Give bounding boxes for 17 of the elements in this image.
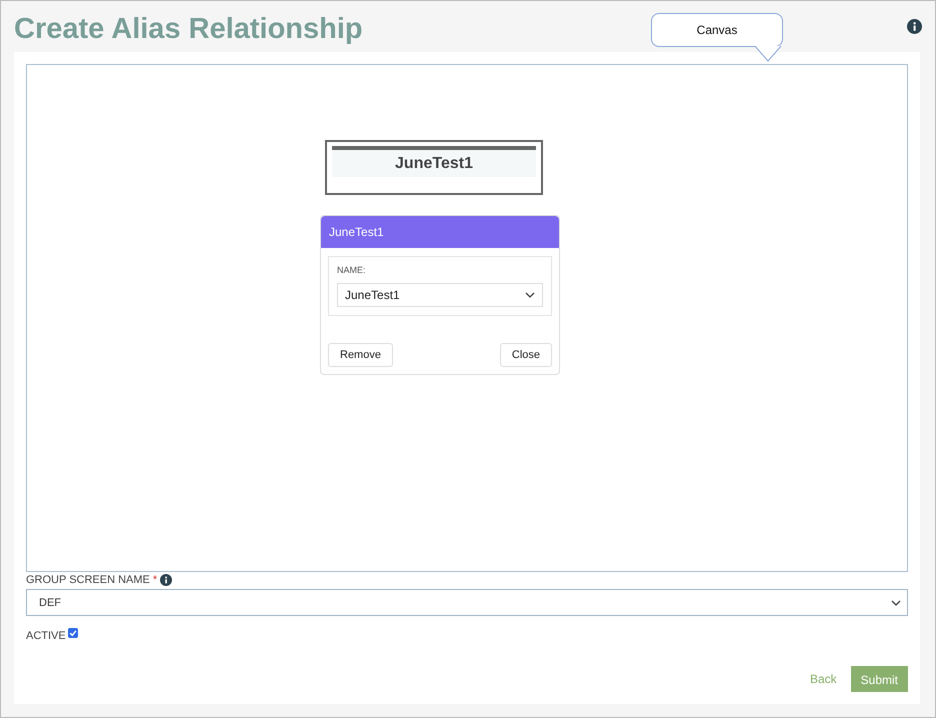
group-screen-name-select[interactable]: DEF <box>26 589 908 616</box>
name-select[interactable]: JuneTest1 <box>337 283 543 307</box>
field-label: GROUP SCREEN NAME <box>26 574 150 586</box>
page-title: Create Alias Relationship <box>14 12 363 46</box>
remove-button[interactable]: Remove <box>328 343 393 367</box>
node-title: JuneTest1 <box>332 150 536 177</box>
canvas-node[interactable]: JuneTest1 <box>325 140 543 195</box>
required-mark: * <box>152 574 158 586</box>
field-label: NAME: <box>337 265 367 275</box>
checkbox[interactable] <box>68 628 78 638</box>
chevron-icon <box>525 292 535 298</box>
info-icon <box>160 574 172 586</box>
close-button[interactable]: Close <box>500 343 552 367</box>
info-icon <box>907 19 922 34</box>
checkbox-label: ACTIVE <box>26 630 66 642</box>
popup-title: JuneTest1 <box>321 216 559 248</box>
chevron-icon <box>891 600 901 606</box>
